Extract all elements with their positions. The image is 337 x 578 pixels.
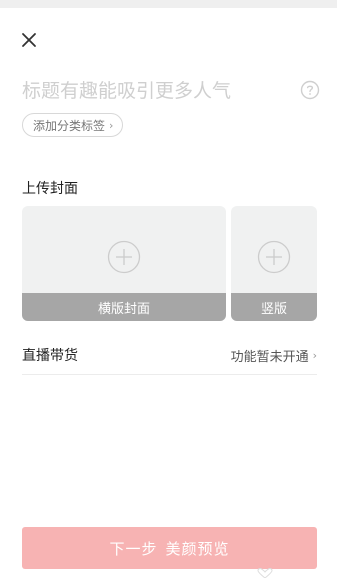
status-bar-strip: [0, 0, 337, 8]
tag-button-label: 添加分类标签: [33, 118, 106, 133]
help-button[interactable]: [300, 80, 320, 100]
question-circle-icon: [300, 80, 320, 100]
plus-circle-icon: [107, 240, 141, 274]
close-button[interactable]: [17, 28, 41, 52]
live-shopping-status-text: 功能暂未开通: [230, 349, 309, 365]
live-shopping-status: 功能暂未开通 ›: [231, 346, 317, 365]
next-step-button[interactable]: 下一步 美颜预览: [22, 527, 317, 569]
live-shopping-label: 直播带货: [22, 348, 78, 364]
add-category-tag-button[interactable]: 添加分类标签 ›: [22, 113, 124, 137]
chevron-right-icon: ›: [312, 348, 317, 362]
portrait-cover-caption: 竖版: [231, 293, 317, 321]
heart-icon: [257, 568, 273, 578]
plus-circle-icon: [257, 240, 291, 274]
landscape-cover-upload[interactable]: 横版封面: [22, 206, 226, 321]
live-shopping-row[interactable]: 直播带货 功能暂未开通 ›: [22, 336, 317, 375]
close-icon: [22, 33, 36, 47]
landscape-cover-caption: 横版封面: [22, 293, 226, 321]
portrait-cover-upload[interactable]: 竖版: [231, 206, 317, 321]
title-input[interactable]: [22, 76, 292, 106]
upload-cover-label: 上传封面: [22, 181, 78, 197]
next-step-label: 下一步: [109, 539, 158, 558]
chevron-right-icon: ›: [109, 118, 114, 132]
beauty-preview-label: 美颜预览: [165, 539, 230, 558]
